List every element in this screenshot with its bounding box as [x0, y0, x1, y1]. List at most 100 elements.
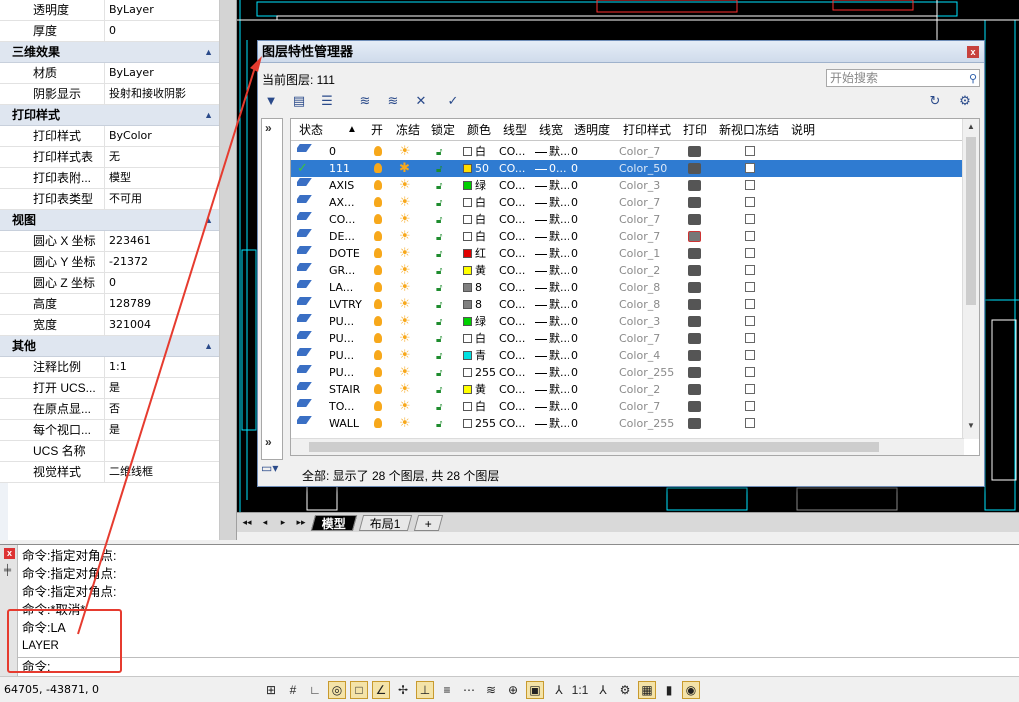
layer-linetype[interactable]: CO...	[499, 279, 527, 296]
layer-lineweight-cell[interactable]: 默...	[535, 194, 569, 211]
col-description[interactable]: 说明	[791, 119, 815, 141]
vp-freeze-icon[interactable]	[745, 333, 755, 343]
prev-tab-button[interactable]: ◂	[259, 517, 271, 528]
vp-freeze-icon[interactable]	[745, 265, 755, 275]
scroll-up-icon[interactable]: ▲	[967, 122, 975, 131]
new-layer-vp-frozen-icon[interactable]: ≋	[382, 91, 404, 111]
thawed-sun-icon[interactable]: ☀	[399, 144, 411, 159]
layer-search-input[interactable]: 开始搜索 ⚲	[826, 69, 980, 87]
property-row[interactable]: 打印表附... 模型	[0, 168, 219, 189]
layer-on-bulb-icon[interactable]	[374, 163, 382, 173]
layer-lineweight-cell[interactable]: 默...	[535, 143, 569, 160]
plot-printer-icon[interactable]	[688, 299, 701, 310]
col-name-sort-icon[interactable]: ▲	[347, 119, 357, 141]
layer-row[interactable]: CO... ☀ 🔓︎ 白 CO... 默... 0 Color_7	[291, 211, 963, 228]
property-row[interactable]: 打印表类型 不可用	[0, 189, 219, 210]
plot-printer-icon[interactable]	[688, 418, 701, 429]
layer-color-cell[interactable]: 黄	[463, 381, 497, 398]
layer-row[interactable]: DE... ☀ 🔓︎ 白 CO... 默... 0 Color_7	[291, 228, 963, 245]
layer-row[interactable]: PU... ☀ 🔓︎ 青 CO... 默... 0 Color_4	[291, 347, 963, 364]
unlocked-icon[interactable]: 🔓︎	[436, 334, 442, 345]
layer-on-bulb-icon[interactable]	[374, 265, 382, 275]
layer-name[interactable]: DOTE	[329, 245, 363, 262]
layer-color-cell[interactable]: 255	[463, 364, 497, 381]
layer-on-bulb-icon[interactable]	[374, 418, 382, 428]
transparency-icon[interactable]: ⋯	[460, 681, 478, 699]
property-row[interactable]: 在原点显... 否	[0, 399, 219, 420]
unlocked-icon[interactable]: 🔓︎	[436, 351, 442, 362]
vp-freeze-icon[interactable]	[745, 299, 755, 309]
layer-color-cell[interactable]: 8	[463, 279, 497, 296]
unlocked-icon[interactable]: 🔓︎	[436, 164, 442, 175]
isolate-objects-icon[interactable]: ▮	[660, 681, 678, 699]
property-value[interactable]: 投射和接收阴影	[105, 84, 219, 104]
layer-transparency[interactable]: 0	[571, 296, 591, 313]
property-row[interactable]: UCS 名称	[0, 441, 219, 462]
pin-icon[interactable]: ╪	[4, 565, 11, 576]
workspace-icon[interactable]: ⚙	[616, 681, 634, 699]
layer-on-bulb-icon[interactable]	[374, 146, 382, 156]
layer-color-cell[interactable]: 绿	[463, 313, 497, 330]
layer-name[interactable]: PU...	[329, 347, 363, 364]
layer-transparency[interactable]: 0	[571, 415, 591, 432]
thawed-sun-icon[interactable]: ☀	[399, 229, 411, 244]
layer-color-cell[interactable]: 绿	[463, 177, 497, 194]
polar-tracking-icon[interactable]: ◎	[328, 681, 346, 699]
property-row[interactable]: 打印样式 ByColor	[0, 126, 219, 147]
col-status[interactable]: 状态	[299, 119, 323, 141]
layer-on-bulb-icon[interactable]	[374, 401, 382, 411]
plot-printer-icon[interactable]	[688, 316, 701, 327]
property-value[interactable]: 是	[105, 378, 219, 398]
plot-printer-icon[interactable]	[688, 146, 701, 157]
col-lineweight[interactable]: 线宽	[539, 119, 563, 141]
layer-on-bulb-icon[interactable]	[374, 350, 382, 360]
layer-lineweight-cell[interactable]: 默...	[535, 228, 569, 245]
layer-color-cell[interactable]: 8	[463, 296, 497, 313]
tab-layout1[interactable]: 布局1	[358, 514, 412, 531]
property-row[interactable]: 视觉样式 二维线框	[0, 462, 219, 483]
thawed-sun-icon[interactable]: ☀	[399, 314, 411, 329]
thawed-sun-icon[interactable]: ☀	[399, 195, 411, 210]
property-row[interactable]: 阴影显示 投射和接收阴影	[0, 84, 219, 105]
thawed-sun-icon[interactable]: ☀	[399, 280, 411, 295]
property-value[interactable]: 0	[105, 21, 219, 41]
unlocked-icon[interactable]: 🔓︎	[436, 385, 442, 396]
plot-printer-icon[interactable]	[688, 163, 701, 174]
collapse-section-icon[interactable]: ▲	[204, 210, 213, 231]
layer-row[interactable]: DOTE ☀ 🔓︎ 红 CO... 默... 0 Color_1	[291, 245, 963, 262]
plot-printer-icon[interactable]	[688, 248, 701, 259]
col-plot-style[interactable]: 打印样式	[623, 119, 671, 141]
layer-color-cell[interactable]: 50	[463, 160, 497, 177]
property-value[interactable]: -21372	[105, 252, 219, 272]
layer-lineweight-cell[interactable]: 默...	[535, 330, 569, 347]
layer-lineweight-cell[interactable]: 默...	[535, 245, 569, 262]
unlocked-icon[interactable]: 🔓︎	[436, 317, 442, 328]
plot-printer-icon[interactable]	[688, 214, 701, 225]
layer-lineweight-cell[interactable]: 默...	[535, 262, 569, 279]
vp-freeze-icon[interactable]	[745, 180, 755, 190]
layer-row[interactable]: PU... ☀ 🔓︎ 255 CO... 默... 0 Color_255	[291, 364, 963, 381]
layer-linetype[interactable]: CO...	[499, 296, 527, 313]
layer-transparency[interactable]: 0	[571, 211, 591, 228]
layer-color-cell[interactable]: 红	[463, 245, 497, 262]
layer-lineweight-cell[interactable]: 默...	[535, 415, 569, 432]
layer-lineweight-cell[interactable]: 默...	[535, 211, 569, 228]
thawed-sun-icon[interactable]: ☀	[399, 382, 411, 397]
lineweight-icon[interactable]: ≡	[438, 681, 456, 699]
layer-transparency[interactable]: 0	[571, 245, 591, 262]
plot-printer-icon[interactable]	[688, 367, 701, 378]
layer-row[interactable]: GR... ☀ 🔓︎ 黄 CO... 默... 0 Color_2	[291, 262, 963, 279]
layer-name[interactable]: AX...	[329, 194, 363, 211]
layer-color-cell[interactable]: 青	[463, 347, 497, 364]
property-row[interactable]: 厚度 0	[0, 21, 219, 42]
vp-freeze-icon[interactable]	[745, 367, 755, 377]
thawed-sun-icon[interactable]: ☀	[399, 297, 411, 312]
property-value[interactable]: 二维线框	[105, 462, 219, 482]
vp-freeze-icon[interactable]	[745, 214, 755, 224]
layer-lineweight-cell[interactable]: 默...	[535, 398, 569, 415]
plot-printer-icon[interactable]	[688, 401, 701, 412]
new-layer-icon[interactable]: ≋	[354, 91, 376, 111]
dialog-close-button[interactable]: x	[967, 46, 979, 58]
thawed-sun-icon[interactable]: ☀	[399, 178, 411, 193]
annotation-scale[interactable]: 1:1	[568, 681, 592, 699]
